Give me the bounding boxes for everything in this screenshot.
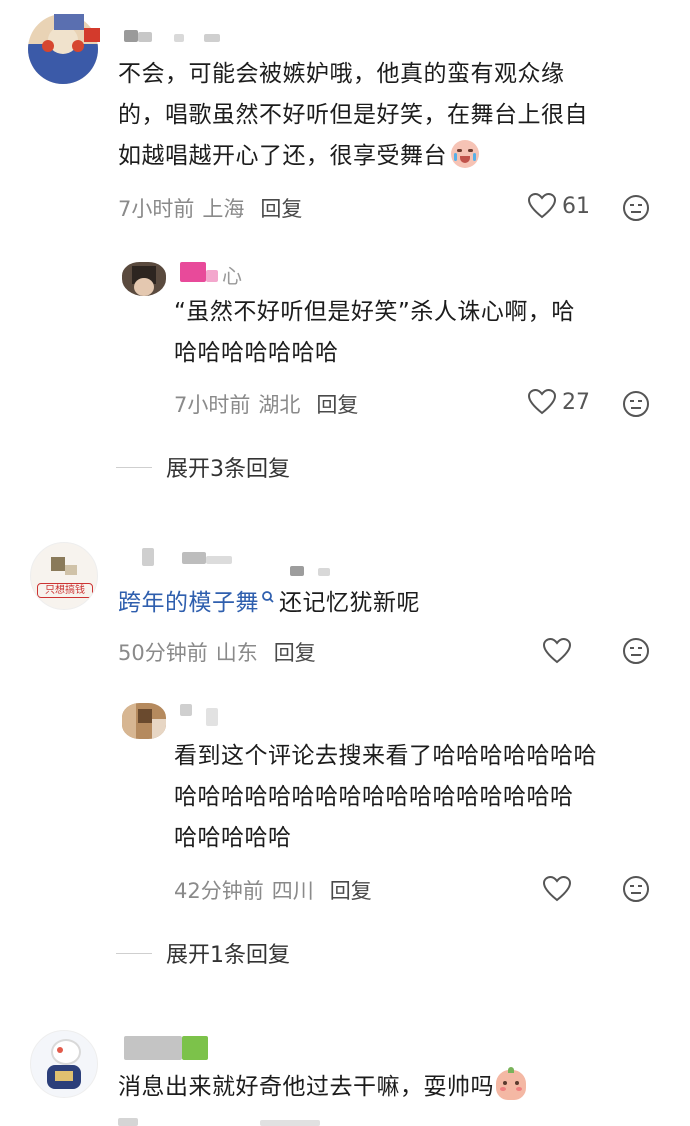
comment-line: 如越唱越开心了还，很享受舞台 xyxy=(118,136,678,177)
comment-meta: 50分钟前 山东 回复 xyxy=(118,637,316,667)
username-blurred[interactable] xyxy=(142,548,154,566)
comment-text: 消息出来就好奇他过去干嘛，耍帅吗 xyxy=(118,1067,688,1108)
username-blurred xyxy=(204,34,220,42)
like-count: 61 xyxy=(562,193,590,219)
timestamp: 7小时前 xyxy=(118,197,195,221)
username-blurred xyxy=(206,708,218,726)
location: 上海 xyxy=(202,197,245,221)
username-blurred xyxy=(84,28,100,42)
username-blurred[interactable] xyxy=(124,1036,182,1060)
dislike-face-icon[interactable] xyxy=(622,637,650,665)
shy-face-icon xyxy=(496,1067,526,1100)
reply-avatar[interactable] xyxy=(122,703,166,739)
reply-line: 哈哈哈哈哈哈哈 xyxy=(174,340,339,366)
reply-line: 哈哈哈哈哈哈哈哈哈哈哈哈哈哈哈哈哈 xyxy=(174,784,574,810)
reply-button[interactable]: 回复 xyxy=(316,389,358,419)
like-button[interactable]: 61 xyxy=(528,193,590,219)
heart-icon xyxy=(528,389,556,415)
heart-icon xyxy=(528,193,556,219)
location: 四川 xyxy=(271,879,314,903)
reply-line: “虽然不好听但是好笑”杀人诛心啊，哈 xyxy=(174,299,575,325)
dislike-face-icon[interactable] xyxy=(622,194,650,222)
location: 湖北 xyxy=(258,393,301,417)
timestamp: 7小时前 xyxy=(174,393,251,417)
reply-button[interactable]: 回复 xyxy=(274,637,316,667)
like-button[interactable]: 27 xyxy=(528,389,590,415)
reply-text: 看到这个评论去搜来看了哈哈哈哈哈哈哈 哈哈哈哈哈哈哈哈哈哈哈哈哈哈哈哈哈 哈哈哈… xyxy=(174,736,674,859)
search-link[interactable]: 跨年的模子舞 xyxy=(118,590,259,616)
cutoff-row xyxy=(118,1118,138,1126)
username-blurred xyxy=(182,552,206,564)
search-icon[interactable] xyxy=(261,590,275,606)
username-blurred xyxy=(206,556,232,564)
timestamp: 42分钟前 xyxy=(174,879,264,903)
heart-icon[interactable] xyxy=(543,638,571,664)
username-blurred xyxy=(138,32,152,42)
username-blurred xyxy=(318,568,330,576)
username-blurred xyxy=(174,34,184,42)
location: 山东 xyxy=(215,641,258,665)
reply-avatar[interactable] xyxy=(122,262,166,296)
username-blurred xyxy=(290,566,304,576)
comment-text-rest: 还记忆犹新呢 xyxy=(279,590,420,616)
comment-text: 跨年的模子舞 还记忆犹新呢 xyxy=(118,583,678,624)
username-blurred[interactable] xyxy=(124,30,138,42)
expand-replies-button[interactable]: 展开1条回复 xyxy=(116,937,290,969)
reply-meta: 42分钟前 四川 回复 xyxy=(174,875,372,905)
like-count: 27 xyxy=(562,389,590,415)
reply-line: 哈哈哈哈哈 xyxy=(174,825,292,851)
timestamp: 50分钟前 xyxy=(118,641,208,665)
expand-replies-button[interactable]: 展开3条回复 xyxy=(116,451,290,483)
divider xyxy=(116,952,152,954)
dislike-face-icon[interactable] xyxy=(622,390,650,418)
avatar-label: 只想搞钱 xyxy=(37,583,93,598)
reply-username[interactable]: 心 xyxy=(222,260,242,289)
reply-meta: 7小时前 湖北 回复 xyxy=(174,389,358,419)
avatar[interactable] xyxy=(30,1030,98,1098)
crying-face-icon xyxy=(451,140,479,168)
username-blurred xyxy=(182,1036,208,1060)
username-blurred[interactable] xyxy=(180,262,206,282)
reply-button[interactable]: 回复 xyxy=(260,193,302,223)
username-blurred xyxy=(206,270,218,282)
reply-button[interactable]: 回复 xyxy=(330,875,372,905)
comment-line: 的，唱歌虽然不好听但是好笑，在舞台上很自 xyxy=(118,102,588,128)
reply-line: 看到这个评论去搜来看了哈哈哈哈哈哈哈 xyxy=(174,743,597,769)
heart-icon[interactable] xyxy=(543,876,571,902)
comment-text: 不会，可能会被嫉妒哦，他真的蛮有观众缘 的，唱歌虽然不好听但是好笑，在舞台上很自… xyxy=(118,54,678,177)
cutoff-row xyxy=(260,1120,320,1126)
username-blurred[interactable] xyxy=(54,14,84,30)
username-blurred[interactable] xyxy=(180,704,192,716)
comment-meta: 7小时前 上海 回复 xyxy=(118,193,302,223)
expand-label: 展开1条回复 xyxy=(166,943,290,968)
reply-text: “虽然不好听但是好笑”杀人诛心啊，哈 哈哈哈哈哈哈哈 xyxy=(174,292,674,374)
dislike-face-icon[interactable] xyxy=(622,875,650,903)
expand-label: 展开3条回复 xyxy=(166,457,290,482)
comment-line: 不会，可能会被嫉妒哦，他真的蛮有观众缘 xyxy=(118,61,565,87)
divider xyxy=(116,466,152,468)
avatar[interactable]: 只想搞钱 xyxy=(30,542,98,610)
